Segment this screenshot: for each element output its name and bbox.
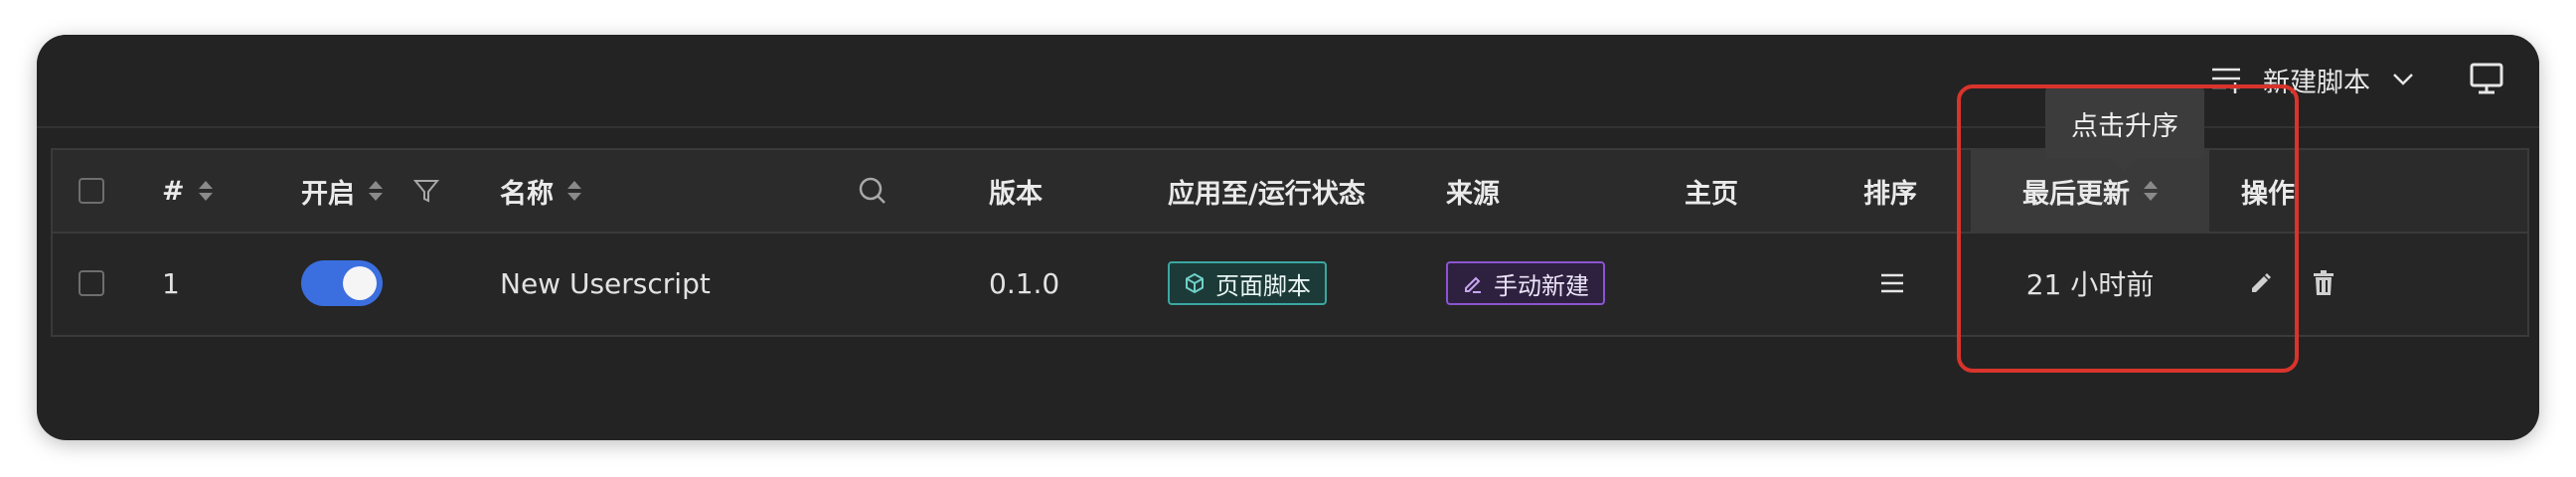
- select-all-checkbox[interactable]: [79, 178, 104, 204]
- app-window: 新建脚本 # 开启 名称 版本 应用至/运行状态 来源 主页 排序 最后更新 操…: [37, 35, 2539, 440]
- sort-tooltip: 点击升序: [2045, 87, 2204, 159]
- filter-icon[interactable]: [412, 177, 440, 205]
- page-script-tag-label: 页面脚本: [1215, 271, 1311, 300]
- column-actions-label: 操作: [2241, 178, 2295, 210]
- manual-create-tag: 手动新建: [1446, 261, 1605, 305]
- column-order-label: 排序: [1863, 178, 1917, 210]
- row-select-cell: [79, 234, 104, 333]
- column-header-actions: 操作: [2241, 150, 2295, 232]
- chevron-down-icon: [2393, 74, 2413, 85]
- column-header-order: 排序: [1863, 150, 1917, 232]
- column-version-label: 版本: [989, 178, 1043, 210]
- name-search-cell: [858, 150, 887, 232]
- sort-list-icon[interactable]: [2210, 65, 2244, 94]
- column-last-updated-label: 最后更新: [2022, 178, 2130, 210]
- drag-handle-icon[interactable]: [1879, 272, 1905, 294]
- sort-caret-icon[interactable]: [198, 181, 213, 201]
- row-script-name[interactable]: New Userscript: [500, 234, 711, 333]
- toggle-knob: [343, 266, 377, 300]
- row-enabled-cell: [301, 234, 383, 333]
- monitor-icon[interactable]: [2469, 62, 2504, 95]
- search-icon[interactable]: [858, 176, 887, 206]
- row-apply-cell: 页面脚本: [1168, 234, 1327, 333]
- cube-icon: [1186, 272, 1204, 294]
- row-source-cell: 手动新建: [1446, 234, 1605, 333]
- column-header-homepage: 主页: [1685, 150, 1738, 232]
- manual-create-tag-label: 手动新建: [1494, 271, 1589, 300]
- page-script-tag: 页面脚本: [1168, 261, 1327, 305]
- column-header-apply-status: 应用至/运行状态: [1168, 150, 1366, 232]
- edit-icon: [1465, 276, 1481, 293]
- sort-caret-icon[interactable]: [369, 181, 383, 201]
- pencil-icon[interactable]: [2249, 271, 2273, 295]
- scripts-table: # 开启 名称 版本 应用至/运行状态 来源 主页 排序 最后更新 操作 1 N…: [51, 148, 2529, 337]
- column-name-label: 名称: [500, 178, 554, 210]
- sort-caret-icon[interactable]: [2144, 181, 2158, 201]
- enable-toggle[interactable]: [301, 260, 383, 306]
- trash-icon[interactable]: [2313, 270, 2334, 296]
- row-last-updated: 21 小时前: [2025, 268, 2155, 301]
- column-header-last-updated[interactable]: 最后更新: [1971, 150, 2209, 232]
- row-actions-cell: [2249, 234, 2334, 333]
- column-num-label: #: [162, 175, 185, 207]
- row-order-cell: [1879, 234, 1905, 333]
- row-num: 1: [162, 266, 180, 300]
- table-header: # 开启 名称 版本 应用至/运行状态 来源 主页 排序 最后更新 操作: [53, 150, 2527, 234]
- column-enabled-label: 开启: [301, 178, 355, 210]
- column-header-name[interactable]: 名称: [500, 150, 581, 232]
- table-row: 1 New Userscript 0.1.0 页面脚本 手动新建 21 小时前: [53, 234, 2527, 333]
- column-header-source: 来源: [1446, 150, 1500, 232]
- column-homepage-label: 主页: [1685, 178, 1738, 210]
- new-script-dropdown[interactable]: 新建脚本: [2263, 62, 2414, 98]
- column-header-version: 版本: [989, 150, 1043, 232]
- select-all-cell: [79, 150, 104, 232]
- column-header-num[interactable]: #: [162, 150, 213, 232]
- row-version: 0.1.0: [989, 266, 1060, 300]
- column-source-label: 来源: [1446, 178, 1500, 210]
- column-header-enabled[interactable]: 开启: [301, 150, 440, 232]
- row-checkbox[interactable]: [79, 270, 104, 296]
- column-apply-status-label: 应用至/运行状态: [1168, 178, 1366, 210]
- sort-caret-icon[interactable]: [567, 181, 581, 201]
- new-script-label: 新建脚本: [2263, 67, 2370, 98]
- tooltip-arrow: [2112, 159, 2136, 171]
